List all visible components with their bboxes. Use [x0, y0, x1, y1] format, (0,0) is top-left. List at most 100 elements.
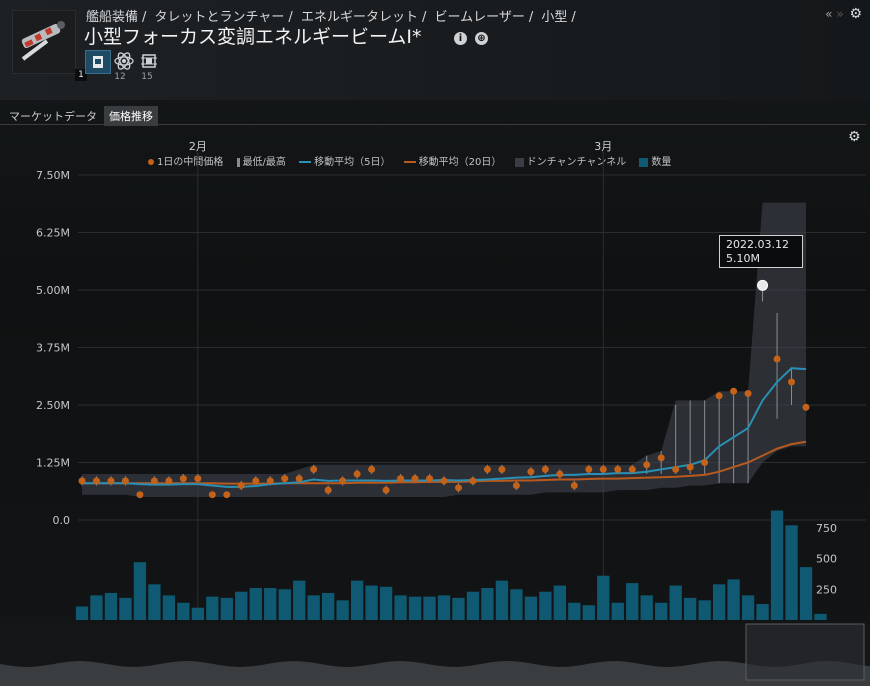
volume-bar: [235, 591, 248, 620]
mid-price-dot: [92, 477, 100, 485]
mid-price-dot: [570, 482, 578, 489]
mid-price-dot: [411, 475, 419, 483]
mid-price-dot: [657, 454, 665, 462]
volume-bar: [191, 607, 204, 620]
volume-tick-label: 500: [816, 553, 837, 566]
volume-bar: [582, 605, 595, 620]
volume-bar: [206, 596, 219, 620]
volume-bar: [90, 595, 103, 620]
volume-bar: [379, 586, 393, 620]
mid-price-dot: [628, 465, 636, 473]
mid-price-dot: [237, 482, 245, 489]
volume-bar: [756, 604, 769, 620]
volume-bar: [799, 567, 813, 620]
mid-price-dot: [310, 465, 318, 473]
mid-price-dot: [599, 465, 607, 473]
tooltip-value: 5.10M: [726, 252, 760, 265]
volume-bar: [162, 595, 176, 620]
price-tick-label: 6.25M: [36, 227, 70, 240]
mid-price-dot: [527, 468, 535, 476]
chart-tooltip: 2022.03.12 5.10M: [719, 235, 803, 268]
volume-bar: [626, 583, 639, 620]
volume-bar: [510, 589, 523, 620]
volume-bar: [293, 580, 306, 620]
volume-bar: [611, 602, 624, 620]
mid-price-dot: [368, 465, 376, 473]
volume-bar: [785, 525, 798, 620]
mid-price-dot: [643, 461, 651, 469]
mid-price-dot-highlighted: [757, 279, 769, 291]
price-tick-label: 1.25M: [36, 457, 70, 470]
mid-price-dot: [686, 463, 694, 471]
mid-price-dot: [136, 491, 144, 499]
mid-price-dot: [788, 378, 796, 386]
volume-bar: [814, 613, 827, 620]
volume-bar: [278, 589, 291, 620]
mid-price-dot: [802, 403, 810, 411]
mid-price-dot: [672, 465, 680, 473]
mid-price-dot: [397, 475, 405, 483]
price-history-chart[interactable]: 7.50M 6.25M 5.00M 3.75M 2.50M 1.25M 0.0 750 500 2…: [0, 0, 870, 686]
mid-price-dot: [730, 387, 738, 395]
mid-price-dot: [483, 465, 491, 473]
volume-bar: [394, 595, 407, 620]
mid-price-dot: [541, 465, 549, 473]
mid-price-dot: [266, 477, 274, 485]
price-tick-label: 7.50M: [36, 169, 70, 182]
volume-bar: [553, 585, 566, 620]
volume-bar: [75, 606, 89, 620]
donchian-channel: [82, 202, 806, 497]
price-tick-label: 5.00M: [36, 284, 70, 297]
mid-price-dot: [194, 475, 202, 483]
volume-bar: [524, 596, 538, 620]
volume-bar: [220, 597, 233, 620]
volume-bar: [437, 595, 451, 620]
volume-bar: [264, 588, 277, 620]
volume-bar: [365, 585, 378, 620]
mid-price-dot: [773, 355, 781, 363]
volume-bar: [770, 510, 784, 620]
volume-bar: [669, 585, 682, 620]
volume-bar: [684, 597, 697, 620]
volume-bar: [423, 596, 436, 620]
month-label: 3月: [594, 140, 612, 153]
volume-bar: [133, 562, 147, 620]
mid-price-dot: [556, 470, 564, 478]
mid-price-dot: [295, 475, 303, 483]
price-tick-label: 2.50M: [36, 399, 70, 412]
volume-bar: [539, 591, 552, 620]
mid-price-dot: [353, 470, 361, 478]
volume-tick-label: 250: [816, 583, 837, 596]
mid-price-dot: [454, 484, 462, 492]
mid-price-dot: [426, 475, 434, 483]
mid-price-dot: [715, 392, 723, 400]
mid-price-dot: [165, 477, 173, 485]
volume-bar: [741, 595, 755, 620]
volume-bar: [177, 602, 190, 620]
mid-price-dot: [701, 459, 709, 466]
mid-price-dot: [150, 477, 158, 485]
volume-bar: [481, 588, 494, 620]
volume-bar: [307, 595, 320, 620]
mid-price-dot: [252, 477, 260, 485]
mid-price-dot: [498, 465, 506, 473]
mid-price-dot: [469, 477, 477, 485]
volume-bar: [119, 597, 132, 620]
mid-price-dot: [339, 477, 347, 485]
volume-bar: [712, 584, 726, 620]
volume-bar: [322, 592, 335, 620]
mid-price-dot: [208, 491, 216, 499]
mid-price-dot: [512, 482, 520, 489]
tooltip-date: 2022.03.12: [726, 238, 789, 251]
mid-price-dot: [107, 477, 115, 485]
volume-bar: [568, 602, 581, 620]
volume-bar: [597, 575, 610, 620]
volume-bar: [655, 602, 668, 620]
volume-bar: [148, 584, 161, 620]
volume-bar: [350, 580, 364, 620]
month-label: 2月: [189, 140, 207, 153]
mid-price-dot: [179, 475, 187, 483]
navigator-handle: [745, 623, 865, 681]
mid-price-dot: [78, 477, 86, 485]
mid-price-dot: [223, 491, 231, 499]
